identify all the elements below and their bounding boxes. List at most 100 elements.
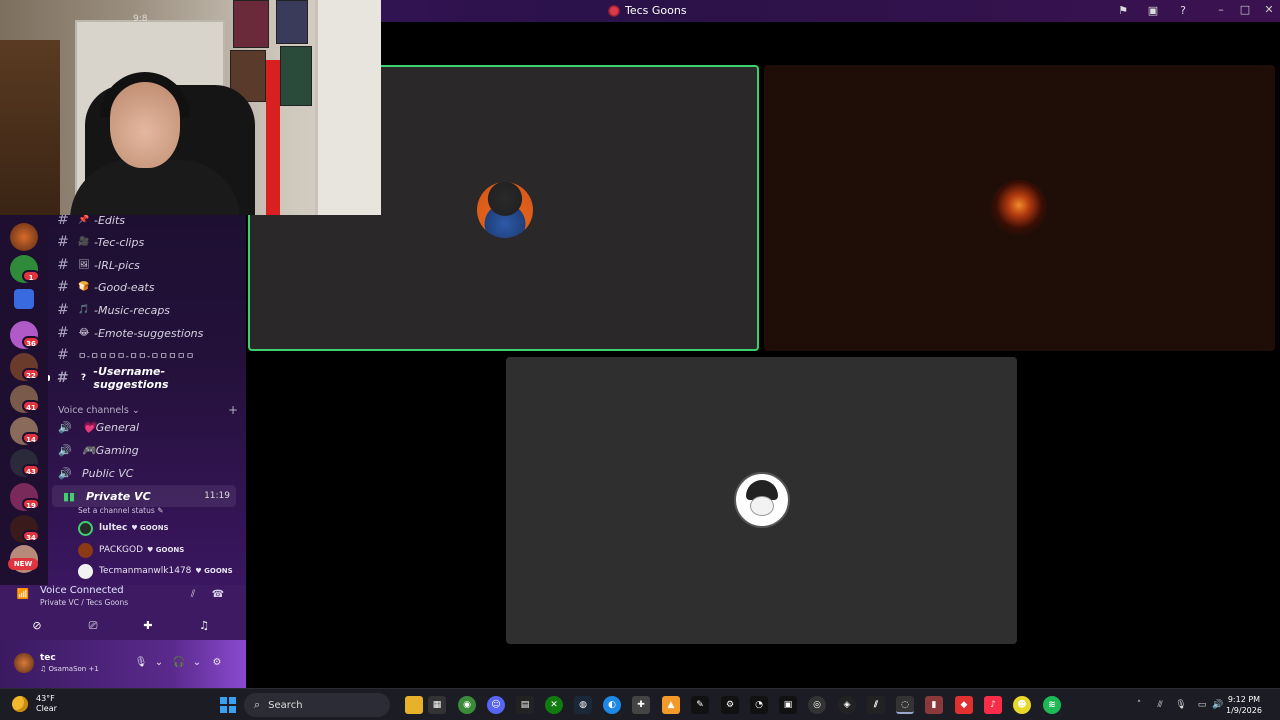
hash-icon: # bbox=[57, 347, 69, 363]
call-duration: 11:19 bbox=[204, 491, 230, 501]
maximize-button[interactable]: □ bbox=[1238, 3, 1252, 17]
app-icon[interactable]: ◔ bbox=[750, 696, 768, 714]
settings-icon[interactable]: ⚙ bbox=[721, 696, 739, 714]
activities-button[interactable]: ✚ bbox=[125, 615, 171, 637]
spotify-icon[interactable]: ≋ bbox=[1043, 696, 1061, 714]
clock-date: 1/9/2026 bbox=[1226, 706, 1262, 715]
chevron-down-icon[interactable]: ⌄ bbox=[190, 656, 204, 670]
discord-icon[interactable]: ☺ bbox=[487, 696, 505, 714]
category-label: Voice channels bbox=[58, 404, 129, 416]
user-panel: tec ♫ OsamaSon +1 🎙 ⌄ 🎧 ⌄ ⚙ bbox=[0, 640, 246, 688]
taskbar-search[interactable]: ⌕ Search bbox=[244, 693, 390, 717]
chevron-up-icon[interactable]: ˄ bbox=[1132, 698, 1146, 712]
username[interactable]: tec bbox=[40, 653, 56, 663]
app-icon[interactable]: ◈ bbox=[838, 696, 856, 714]
user-activity: ♫ OsamaSon +1 bbox=[40, 665, 99, 673]
app-icon[interactable]: ☻ bbox=[1013, 696, 1031, 714]
volume-icon[interactable]: 🔊 bbox=[1211, 698, 1225, 712]
voice-channel[interactable]: 🔊 Public VC bbox=[48, 462, 238, 484]
microphone-icon[interactable]: 🎙 bbox=[1174, 698, 1188, 712]
video-tile[interactable] bbox=[764, 65, 1275, 351]
app-icon[interactable]: ▣ bbox=[779, 696, 797, 714]
app-icon[interactable]: ◆ bbox=[955, 696, 973, 714]
apple-music-icon[interactable]: ♪ bbox=[984, 696, 1002, 714]
window-title-text: Tecs Goons bbox=[625, 4, 687, 17]
windows-start-button[interactable] bbox=[220, 697, 236, 713]
tray-app-icon[interactable]: ⫻ bbox=[1153, 698, 1167, 712]
noise-suppression-icon[interactable]: ⫽ bbox=[186, 589, 200, 603]
text-channel[interactable]: # 😂 -Emote-suggestions bbox=[48, 322, 238, 344]
server-icon[interactable] bbox=[10, 223, 38, 251]
text-channel[interactable]: # ㅁ-ㅁㅁㅁㅁ-ㅁㅁ-ㅁㅁㅁㅁㅁ bbox=[48, 344, 238, 366]
mention-badge: 1 bbox=[22, 270, 40, 282]
app-icon[interactable]: ▲ bbox=[662, 696, 680, 714]
voice-channel[interactable]: 🔊 💗 General bbox=[48, 416, 238, 438]
screen-share-icon[interactable]: ▣ bbox=[1146, 4, 1160, 18]
voice-channel-active[interactable]: ▮▮ Private VC 11:19 bbox=[52, 485, 236, 507]
help-icon[interactable]: ? bbox=[1176, 4, 1190, 18]
channel-name: -Music-recaps bbox=[94, 303, 171, 317]
text-channel[interactable]: # 🎥 -Tec-clips bbox=[48, 231, 238, 253]
temperature: 43°F bbox=[36, 694, 55, 703]
guild-tag: ♥ GOONS bbox=[147, 546, 185, 554]
calculator-icon[interactable]: ▦ bbox=[428, 696, 446, 714]
connection-signal-icon[interactable]: 📶 bbox=[16, 589, 30, 603]
new-badge: NEW bbox=[8, 558, 38, 570]
add-channel-button[interactable]: + bbox=[228, 403, 238, 417]
gear-icon[interactable]: ⚙ bbox=[210, 656, 224, 670]
camera-off-button[interactable]: ⊘ bbox=[14, 615, 60, 637]
channel-name: Public VC bbox=[82, 466, 134, 480]
user-avatar[interactable] bbox=[14, 653, 34, 673]
moon-icon bbox=[12, 696, 28, 712]
steam-icon[interactable]: ◍ bbox=[574, 696, 592, 714]
clock-time: 9:12 PM bbox=[1227, 695, 1261, 704]
xbox-icon[interactable]: ✕ bbox=[545, 696, 563, 714]
chevron-down-icon[interactable]: ⌄ bbox=[152, 656, 166, 670]
app-icon[interactable]: ✎ bbox=[691, 696, 709, 714]
set-channel-status-link[interactable]: Set a channel status ✎ bbox=[78, 506, 163, 515]
soundboard-button[interactable]: ♫ bbox=[181, 615, 227, 637]
flag-icon[interactable]: ⚑ bbox=[1116, 4, 1130, 18]
member-avatar bbox=[78, 542, 93, 558]
browser-icon[interactable]: ◐ bbox=[603, 696, 621, 714]
text-channel[interactable]: # 🖼 -IRL-pics bbox=[48, 254, 238, 276]
app-icon[interactable]: ✚ bbox=[632, 696, 650, 714]
channel-emoji: 📌 bbox=[78, 215, 90, 225]
text-channel[interactable]: # 🎵 -Music-recaps bbox=[48, 299, 238, 321]
video-tile[interactable] bbox=[506, 357, 1017, 644]
system-clock[interactable]: 9:12 PM 1/9/2026 bbox=[1226, 694, 1262, 716]
headphones-icon[interactable]: 🎧 bbox=[172, 656, 186, 670]
active-app-icon[interactable]: ◌ bbox=[896, 696, 914, 714]
close-button[interactable]: ✕ bbox=[1262, 3, 1276, 17]
channel-name: General bbox=[95, 420, 140, 434]
app-icon[interactable]: ⫽ bbox=[867, 696, 885, 714]
folder-icon[interactable] bbox=[14, 289, 34, 309]
app-icon[interactable]: ◎ bbox=[808, 696, 826, 714]
microphone-icon[interactable]: 🎙 bbox=[134, 656, 148, 670]
channel-emoji: 🎮 bbox=[82, 443, 96, 457]
mention-badge: 34 bbox=[22, 530, 40, 542]
text-channel-unread[interactable]: # ? -Username-suggestions bbox=[48, 365, 238, 391]
voice-member[interactable]: PACKGOD ♥ GOONS bbox=[78, 541, 184, 559]
participant-avatar bbox=[477, 182, 533, 238]
text-channel[interactable]: # 🍞 -Good-eats bbox=[48, 276, 238, 298]
member-name: Tecmanmanwlk1478 bbox=[99, 566, 192, 576]
app-icon[interactable]: ▤ bbox=[516, 696, 534, 714]
voice-activity-icon: ▮▮ bbox=[62, 489, 76, 503]
display-icon[interactable]: ▭ bbox=[1195, 698, 1209, 712]
minimize-button[interactable]: – bbox=[1214, 3, 1228, 17]
file-explorer-icon[interactable] bbox=[405, 696, 423, 714]
app-icon[interactable]: ▮ bbox=[925, 696, 943, 714]
text-channel[interactable]: # 📌 -Edits bbox=[48, 215, 238, 231]
server-rail: 1 36 22 41 14 43 19 34 NEW bbox=[0, 215, 48, 585]
voice-category-header[interactable]: Voice channels ⌄ + bbox=[58, 403, 238, 417]
voice-location[interactable]: Private VC / Tecs Goons bbox=[40, 598, 128, 607]
chrome-icon[interactable]: ◉ bbox=[458, 696, 476, 714]
member-avatar bbox=[78, 520, 93, 536]
disconnect-icon[interactable]: ☎ bbox=[211, 589, 225, 603]
weather-widget[interactable]: 43°F Clear bbox=[12, 694, 57, 714]
voice-member[interactable]: Tecmanmanwlk1478 ♥ GOONS bbox=[78, 562, 233, 580]
screen-share-button[interactable]: ⎚ bbox=[70, 615, 116, 637]
voice-channel[interactable]: 🔊 🎮 Gaming bbox=[48, 439, 238, 461]
voice-member[interactable]: lultec ♥ GOONS bbox=[78, 519, 169, 537]
